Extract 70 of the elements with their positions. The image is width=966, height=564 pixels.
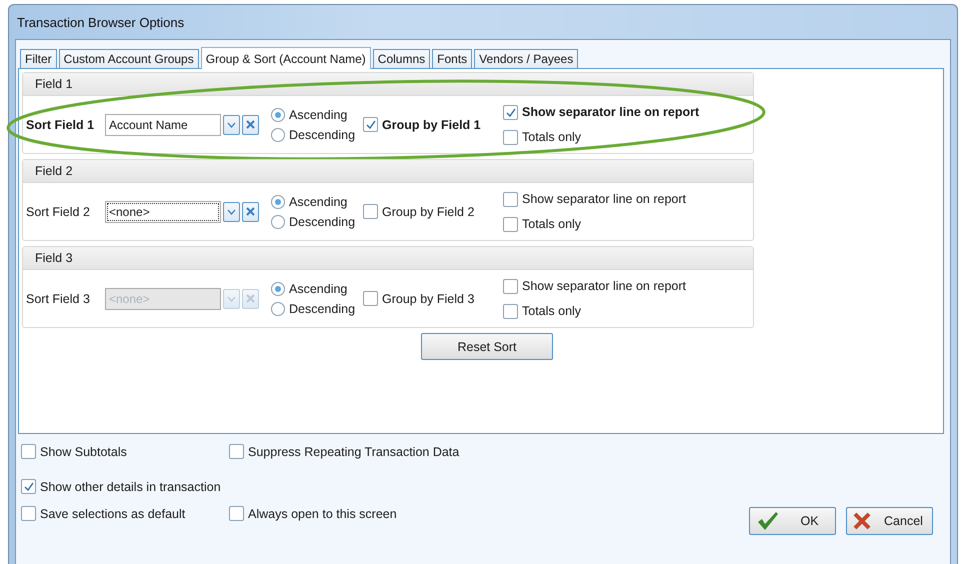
- checkbox-label: Show separator line on report: [522, 105, 700, 119]
- radio-label: Descending: [289, 128, 356, 142]
- caret-icon: [227, 208, 236, 214]
- close-icon: [853, 512, 871, 530]
- checkbox-label: Group by Field 2: [382, 204, 474, 218]
- checkbox[interactable]: [503, 130, 518, 144]
- checkbox-label: Suppress Repeating Transaction Data: [248, 444, 460, 458]
- checkbox-label: Totals only: [522, 217, 582, 231]
- tab[interactable]: Fonts: [432, 49, 472, 68]
- dropdown-button[interactable]: [223, 114, 240, 134]
- caret-icon: [227, 296, 236, 302]
- checkbox-label: Totals only: [522, 304, 582, 318]
- sort-label: Sort Field 1: [26, 118, 96, 132]
- checkbox[interactable]: [503, 104, 518, 120]
- sort-label: Sort Field 2: [26, 204, 91, 218]
- radio-label: Ascending: [289, 282, 348, 296]
- caret-icon: [227, 122, 236, 128]
- check-icon: [24, 482, 34, 491]
- checkbox-label: Show separator line on report: [522, 192, 686, 206]
- checkbox-label: Group by Field 1: [382, 118, 481, 132]
- check-icon: [366, 120, 376, 129]
- checkbox[interactable]: [503, 216, 518, 232]
- checkbox[interactable]: [21, 479, 36, 494]
- group-heading: Field 2: [23, 160, 753, 183]
- clear-button[interactable]: [242, 288, 259, 308]
- checkbox-label: Save selections as default: [40, 506, 186, 520]
- window-title: Transaction Browser Options: [17, 14, 184, 30]
- checkbox-label: Show separator line on report: [522, 279, 686, 293]
- group-heading: Field 1: [23, 73, 753, 96]
- tab[interactable]: Custom Account Groups: [58, 49, 199, 68]
- radio-label: Descending: [289, 302, 356, 316]
- checkbox[interactable]: [363, 117, 378, 132]
- clear-button[interactable]: [242, 114, 259, 134]
- sort-field-combo[interactable]: Account Name: [105, 114, 221, 136]
- checkbox[interactable]: [229, 444, 244, 459]
- checkbox-label: Totals only: [522, 130, 582, 144]
- dropdown-button[interactable]: [223, 202, 240, 222]
- reset-sort-button[interactable]: Reset Sort: [421, 333, 553, 360]
- ok-button[interactable]: OK: [749, 507, 836, 535]
- checkbox[interactable]: [21, 444, 36, 459]
- checkbox[interactable]: [229, 506, 244, 521]
- checkbox-label: Show other details in transaction: [40, 480, 221, 494]
- tab[interactable]: Vendors / Payees: [474, 49, 578, 68]
- radio-label: Descending: [289, 214, 356, 228]
- radio-button[interactable]: [271, 128, 285, 142]
- check-icon: [506, 108, 516, 116]
- close-icon: [246, 120, 255, 129]
- group-heading: Field 3: [23, 247, 753, 270]
- checkbox-label: Show Subtotals: [40, 444, 127, 458]
- checkmark-icon: [756, 511, 780, 531]
- sort-field-combo[interactable]: <none>: [105, 200, 221, 222]
- tab[interactable]: Filter: [20, 49, 57, 68]
- radio-button[interactable]: [271, 194, 285, 208]
- dropdown-button[interactable]: [223, 288, 240, 308]
- close-icon: [246, 207, 255, 216]
- checkbox[interactable]: [363, 204, 378, 219]
- radio-button[interactable]: [271, 108, 285, 122]
- sort-label: Sort Field 3: [26, 292, 91, 306]
- close-icon: [246, 294, 255, 303]
- checkbox-label: Group by Field 3: [382, 292, 474, 306]
- tab[interactable]: Group & Sort (Account Name): [200, 47, 371, 69]
- radio-label: Ascending: [289, 108, 348, 122]
- checkbox-label: Always open to this screen: [248, 506, 397, 520]
- cancel-button[interactable]: Cancel: [846, 507, 933, 535]
- radio-label: Ascending: [289, 194, 348, 208]
- radio-button[interactable]: [271, 214, 285, 228]
- clear-button[interactable]: [242, 202, 259, 222]
- checkbox[interactable]: [503, 192, 518, 206]
- checkbox[interactable]: [21, 506, 36, 521]
- tab[interactable]: Columns: [372, 49, 430, 68]
